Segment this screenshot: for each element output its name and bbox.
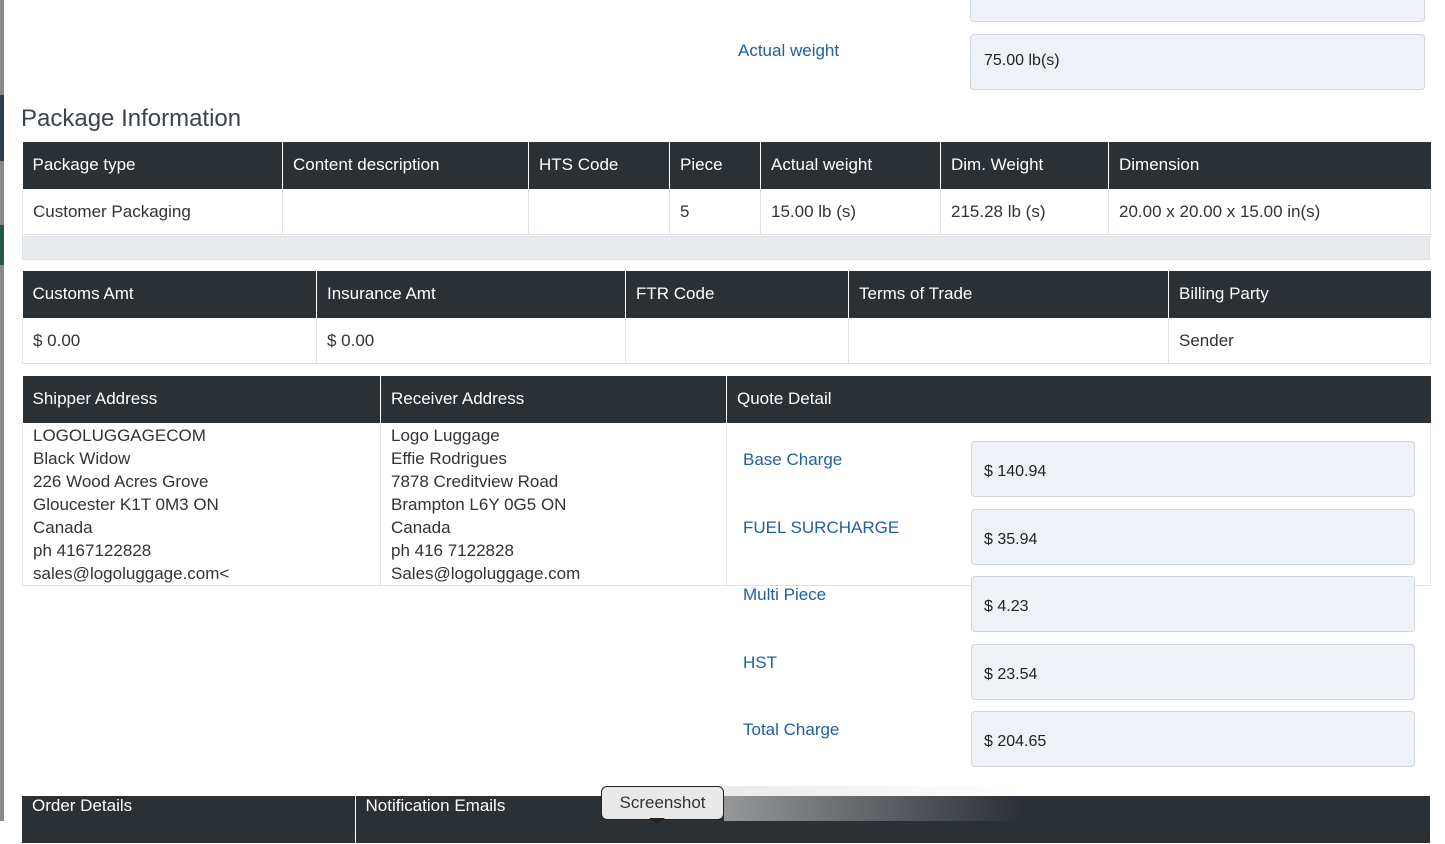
- quote-detail-cell: Base Charge $ 140.94 FUEL SURCHARGE $ 35…: [726, 422, 1431, 767]
- dimension-cell: 20.00 x 20.00 x 15.00 in(s): [1108, 188, 1431, 235]
- address-quote-table: Shipper Address Receiver Address Quote D…: [22, 376, 1431, 767]
- package-table: Package type Content description HTS Cod…: [22, 142, 1431, 235]
- customs-amt-cell: $ 0.00: [22, 317, 317, 364]
- table-footer-row: [22, 236, 1430, 260]
- quote-row-multi-piece: Multi Piece $ 4.23: [727, 575, 1430, 632]
- column-header: Terms of Trade: [848, 271, 1169, 319]
- column-header: Billing Party: [1168, 271, 1431, 319]
- hst-field[interactable]: $ 23.54: [971, 643, 1415, 700]
- table-row: LOGOLUGGAGECOM Black Widow 226 Wood Acre…: [22, 422, 1431, 767]
- insurance-amt-cell: $ 0.00: [316, 317, 626, 364]
- billing-party-cell: Sender: [1168, 317, 1431, 364]
- column-header: HTS Code: [528, 142, 670, 190]
- actual-weight-field[interactable]: 75.00 lb(s): [970, 34, 1425, 90]
- shipper-address-header: Shipper Address: [22, 376, 381, 424]
- table-row: Customer Packaging 5 15.00 lb (s) 215.28…: [22, 188, 1431, 235]
- table-header-row: Customs Amt Insurance Amt FTR Code Terms…: [22, 271, 1431, 319]
- address-line: Logo Luggage: [391, 425, 500, 445]
- previous-field-box: [970, 0, 1425, 22]
- shipper-address-cell: LOGOLUGGAGECOM Black Widow 226 Wood Acre…: [22, 422, 381, 586]
- window-left-edge: [0, 0, 4, 821]
- hts-code-cell: [528, 188, 670, 235]
- address-line: Black Widow: [33, 448, 131, 468]
- address-line: ph 416 7122828: [391, 540, 514, 560]
- hst-label: HST: [743, 652, 777, 672]
- actual-weight-label: Actual weight: [738, 41, 840, 60]
- customs-table: Customs Amt Insurance Amt FTR Code Terms…: [22, 271, 1431, 364]
- address-line: LOGOLUGGAGECOM: [33, 425, 206, 445]
- base-charge-label: Base Charge: [743, 449, 843, 469]
- column-header: FTR Code: [625, 271, 849, 319]
- multi-piece-field[interactable]: $ 4.23: [971, 575, 1415, 632]
- background-window-sliver: [0, 95, 4, 161]
- actual-weight-cell: 15.00 lb (s): [760, 188, 941, 235]
- receiver-address-header: Receiver Address: [380, 376, 727, 424]
- tooltip-pointer: [649, 818, 665, 824]
- ftr-code-cell: [625, 317, 849, 364]
- base-charge-field[interactable]: $ 140.94: [971, 440, 1415, 497]
- address-line: Effie Rodrigues: [391, 448, 507, 468]
- background-window-sliver: [0, 225, 4, 265]
- address-line: ph 4167122828: [33, 540, 152, 560]
- multi-piece-label: Multi Piece: [743, 584, 827, 604]
- quote-row-total-charge: Total Charge $ 204.65: [727, 710, 1430, 767]
- terms-of-trade-cell: [848, 317, 1169, 364]
- total-charge-label: Total Charge: [743, 719, 840, 739]
- table-row: $ 0.00 $ 0.00 Sender: [22, 317, 1431, 364]
- receiver-address-cell: Logo Luggage Effie Rodrigues 7878 Credit…: [380, 422, 727, 586]
- fuel-surcharge-label: FUEL SURCHARGE: [743, 517, 900, 537]
- fuel-surcharge-field[interactable]: $ 35.94: [971, 508, 1415, 565]
- address-line: sales@logoluggage.com<: [33, 563, 230, 583]
- address-line: 7878 Creditview Road: [391, 471, 559, 491]
- piece-cell: 5: [669, 188, 761, 235]
- address-line: Brampton L6Y 0G5 ON: [391, 494, 567, 514]
- address-line: Canada: [391, 517, 451, 537]
- column-header: Customs Amt: [22, 271, 317, 319]
- quote-detail-header: Quote Detail: [726, 376, 1431, 424]
- column-header: Dim. Weight: [940, 142, 1109, 190]
- table-header-row: Shipper Address Receiver Address Quote D…: [22, 376, 1431, 424]
- package-type-cell: Customer Packaging: [22, 188, 283, 235]
- column-header: Package type: [22, 142, 283, 190]
- column-header: Actual weight: [760, 142, 941, 190]
- address-line: Gloucester K1T 0M3 ON: [33, 494, 219, 514]
- quote-row-base-charge: Base Charge $ 140.94: [727, 440, 1430, 497]
- content-description-cell: [282, 188, 529, 235]
- tooltip-shadow: [724, 786, 1024, 821]
- quote-row-fuel-surcharge: FUEL SURCHARGE $ 35.94: [727, 508, 1430, 565]
- table-header-row: Package type Content description HTS Cod…: [22, 142, 1431, 190]
- address-line: Sales@logoluggage.com: [391, 563, 581, 583]
- column-header: Content description: [282, 142, 529, 190]
- address-line: 226 Wood Acres Grove: [33, 471, 209, 491]
- total-charge-field[interactable]: $ 204.65: [971, 710, 1415, 767]
- address-line: Canada: [33, 517, 93, 537]
- column-header: Piece: [669, 142, 761, 190]
- quote-row-hst: HST $ 23.54: [727, 643, 1430, 700]
- dim-weight-cell: 215.28 lb (s): [940, 188, 1109, 235]
- order-details-header: Order Details: [22, 796, 356, 844]
- screenshot-tooltip: Screenshot: [601, 786, 724, 820]
- column-header: Dimension: [1108, 142, 1431, 190]
- column-header: Insurance Amt: [316, 271, 626, 319]
- package-information-title: Package Information: [21, 105, 242, 132]
